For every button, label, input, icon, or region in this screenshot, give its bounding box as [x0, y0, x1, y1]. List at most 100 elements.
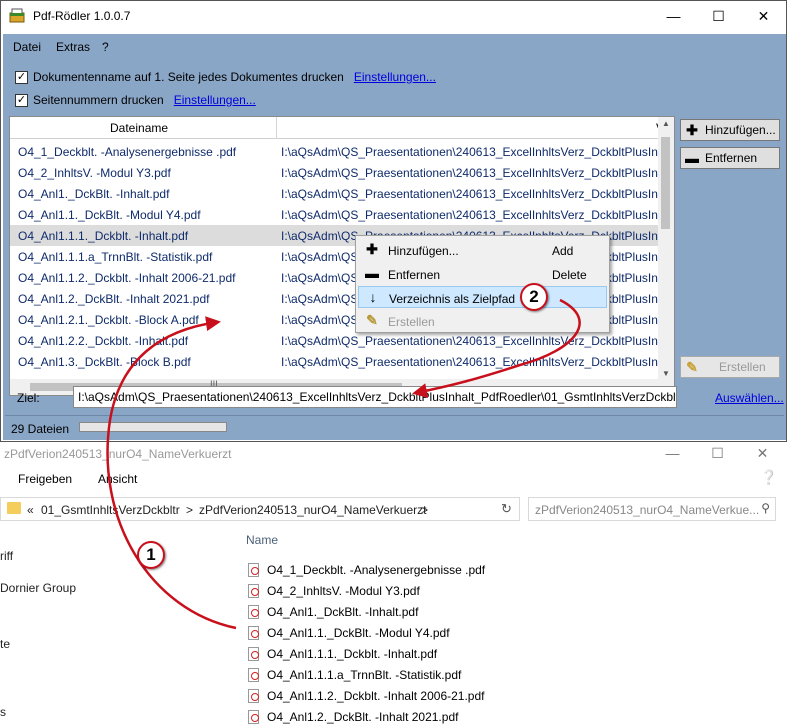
menubar: Datei Extras ?: [3, 34, 786, 58]
maximize-icon[interactable]: ☐: [695, 441, 740, 465]
context-item-label: Entfernen: [388, 268, 441, 282]
row-path: I:\aQsAdm\QS_Praesentationen\240613_Exce…: [281, 334, 674, 348]
row-filename: O4_Anl1.2.1._Dckblt. -Block A.pdf: [18, 313, 199, 327]
file-name: O4_2_InhltsV. -Modul Y3.pdf: [267, 583, 420, 598]
help-icon[interactable]: ❔: [760, 469, 777, 486]
pdf-file-icon: [248, 646, 259, 661]
pagenumbers-checkbox[interactable]: ✓: [15, 93, 28, 107]
breadcrumb-overflow[interactable]: «: [27, 503, 34, 517]
nav-item[interactable]: te: [0, 637, 10, 651]
context-item-minus[interactable]: ▬ Entfernen Delete: [358, 263, 607, 285]
annotation-badge-1: 1: [137, 541, 165, 569]
search-input[interactable]: zPdfVerion240513_nurO4_NameVerkue... ⚲: [528, 497, 776, 521]
pagenumbers-settings-link[interactable]: Einstellungen...: [174, 93, 256, 107]
navigation-pane: riff Dornier Group te s: [0, 527, 228, 719]
grid-row[interactable]: O4_Anl1._DckBlt. -Inhalt.pdf I:\aQsAdm\QS…: [10, 183, 674, 204]
file-item[interactable]: O4_Anl1.1._DckBlt. -Modul Y4.pdf: [248, 622, 485, 643]
create-button[interactable]: ✎ Erstellen: [680, 356, 780, 378]
address-bar[interactable]: « 01_GsmtInhltsVerzDckbltr > zPdfVerion2…: [0, 497, 520, 521]
breadcrumb-dropdown[interactable]: >: [421, 503, 428, 517]
menu-help[interactable]: ?: [102, 40, 109, 54]
choose-target-link[interactable]: Auswählen...: [715, 391, 784, 405]
nav-item[interactable]: riff: [0, 549, 13, 563]
nav-item[interactable]: Dornier Group: [0, 581, 76, 595]
file-item[interactable]: O4_Anl1.1.2._Dckblt. -Inhalt 2006-21.pdf: [248, 685, 485, 706]
context-item-shortcut: Delete: [552, 268, 587, 282]
column-header-name[interactable]: Name: [246, 533, 278, 547]
file-item[interactable]: O4_Anl1._DckBlt. -Inhalt.pdf: [248, 601, 485, 622]
vertical-scrollbar[interactable]: ▲ ▼: [658, 117, 674, 380]
explorer-window: zPdfVerion240513_nurO4_NameVerkuerzt — ☐…: [0, 441, 787, 724]
context-item-plus[interactable]: ✚ Hinzufügen... Add: [358, 239, 607, 261]
window-title: Pdf-Rödler 1.0.0.7: [33, 9, 131, 23]
context-item-arrow-down[interactable]: ↓ Verzeichnis als Zielpfad: [358, 286, 607, 308]
context-menu: ✚ Hinzufügen... Add ▬ Entfernen Delete ↓ Verzei…: [355, 235, 610, 333]
file-name: O4_Anl1.1.1._Dckblt. -Inhalt.pdf: [267, 646, 438, 661]
maximize-icon[interactable]: ☐: [696, 4, 741, 28]
breadcrumb-separator[interactable]: >: [186, 503, 193, 517]
progress-bar: [79, 422, 227, 432]
docname-settings-link[interactable]: Einstellungen...: [354, 70, 436, 84]
option-docname: ✓ Dokumentenname auf 1. Seite jedes Doku…: [15, 69, 436, 85]
add-button[interactable]: ✚ Hinzufügen...: [680, 119, 780, 141]
menu-extras[interactable]: Extras: [56, 40, 90, 54]
docname-checkbox[interactable]: ✓: [15, 70, 28, 84]
remove-button[interactable]: ▬ Entfernen: [680, 147, 780, 169]
pdf-file-icon: [248, 583, 259, 598]
row-path: I:\aQsAdm\QS_Praesentationen\240613_Exce…: [281, 187, 674, 201]
file-name: O4_Anl1.1.1.a_TrnnBlt. -Statistik.pdf: [267, 667, 462, 682]
annotation-badge-2: 2: [520, 283, 548, 311]
context-item-label: Erstellen: [388, 315, 435, 329]
ribbon-tab-share[interactable]: Freigeben: [18, 472, 72, 486]
breadcrumb-item[interactable]: 01_GsmtInhltsVerzDckbltr: [41, 503, 180, 517]
breadcrumb-current[interactable]: zPdfVerion240513_nurO4_NameVerkuerzt: [199, 503, 426, 517]
grid-row[interactable]: O4_Anl1.2.2._Dckblt. -Inhalt.pdf I:\aQsAd…: [10, 330, 674, 351]
explorer-titlebar: zPdfVerion240513_nurO4_NameVerkuerzt — ☐…: [0, 441, 787, 465]
search-placeholder: zPdfVerion240513_nurO4_NameVerkue...: [535, 503, 760, 517]
grid-row[interactable]: O4_Anl1.3._DckBlt. -Block B.pdf I:\aQsAdm…: [10, 351, 674, 372]
minimize-icon[interactable]: —: [651, 4, 696, 28]
column-header-filename[interactable]: Dateiname: [110, 121, 168, 135]
file-item[interactable]: O4_Anl1.1.1._Dckblt. -Inhalt.pdf: [248, 643, 485, 664]
row-path: I:\aQsAdm\QS_Praesentationen\240613_Exce…: [281, 166, 674, 180]
grid-row[interactable]: O4_Anl1.1._DckBlt. -Modul Y4.pdf I:\aQsAd…: [10, 204, 674, 225]
close-icon[interactable]: ✕: [741, 4, 786, 28]
row-path: I:\aQsAdm\QS_Praesentationen\240613_Exce…: [281, 145, 674, 159]
file-item[interactable]: O4_2_InhltsV. -Modul Y3.pdf: [248, 580, 485, 601]
file-count: 29 Dateien: [11, 422, 70, 436]
search-icon: ⚲: [761, 501, 770, 515]
context-item-create[interactable]: ✎ Erstellen: [358, 310, 607, 332]
docname-label: Dokumentenname auf 1. Seite jedes Dokume…: [33, 70, 344, 84]
row-filename: O4_Anl1.2.2._Dckblt. -Inhalt.pdf: [18, 334, 189, 348]
grid-header: Dateiname V: [10, 117, 670, 139]
minus-icon: ▬: [365, 265, 379, 281]
file-item[interactable]: O4_Anl1.2._DckBlt. -Inhalt 2021.pdf: [248, 706, 485, 727]
pdf-file-icon: [248, 625, 259, 640]
minus-icon: ▬: [685, 150, 699, 166]
scroll-up-icon[interactable]: ▲: [662, 119, 670, 128]
scroll-thumb[interactable]: [661, 137, 670, 229]
close-icon[interactable]: ✕: [740, 441, 785, 465]
menu-datei[interactable]: Datei: [13, 40, 41, 54]
minimize-icon[interactable]: —: [650, 441, 695, 465]
column-separator[interactable]: [276, 117, 277, 139]
explorer-title: zPdfVerion240513_nurO4_NameVerkuerzt: [4, 447, 232, 461]
file-item[interactable]: O4_1_Deckblt. -Analysenergebnisse .pdf: [248, 559, 485, 580]
file-name: O4_Anl1.2._DckBlt. -Inhalt 2021.pdf: [267, 709, 459, 724]
ziel-path-value: I:\aQsAdm\QS_Praesentationen\240613_Exce…: [78, 390, 677, 404]
pdf-file-icon: [248, 604, 259, 619]
ziel-path-input[interactable]: I:\aQsAdm\QS_Praesentationen\240613_Exce…: [73, 386, 677, 408]
refresh-icon[interactable]: ↻: [501, 501, 512, 517]
pdf-file-icon: [248, 688, 259, 703]
file-item[interactable]: O4_Anl1.1.1.a_TrnnBlt. -Statistik.pdf: [248, 664, 485, 685]
file-name: O4_Anl1._DckBlt. -Inhalt.pdf: [267, 604, 419, 619]
file-name: O4_Anl1.1._DckBlt. -Modul Y4.pdf: [267, 625, 450, 640]
nav-item[interactable]: s: [0, 705, 6, 719]
file-name: O4_Anl1.1.2._Dckblt. -Inhalt 2006-21.pdf: [267, 688, 485, 703]
ribbon-tab-view[interactable]: Ansicht: [98, 472, 137, 486]
grid-row[interactable]: O4_1_Deckblt. -Analysenergebnisse .pdf I:…: [10, 141, 674, 162]
grid-row[interactable]: O4_2_InhltsV. -Modul Y3.pdf I:\aQsAdm\QS_…: [10, 162, 674, 183]
scroll-down-icon[interactable]: ▼: [662, 369, 670, 378]
row-filename: O4_2_InhltsV. -Modul Y3.pdf: [18, 166, 171, 180]
row-filename: O4_Anl1.3._DckBlt. -Block B.pdf: [18, 355, 191, 369]
